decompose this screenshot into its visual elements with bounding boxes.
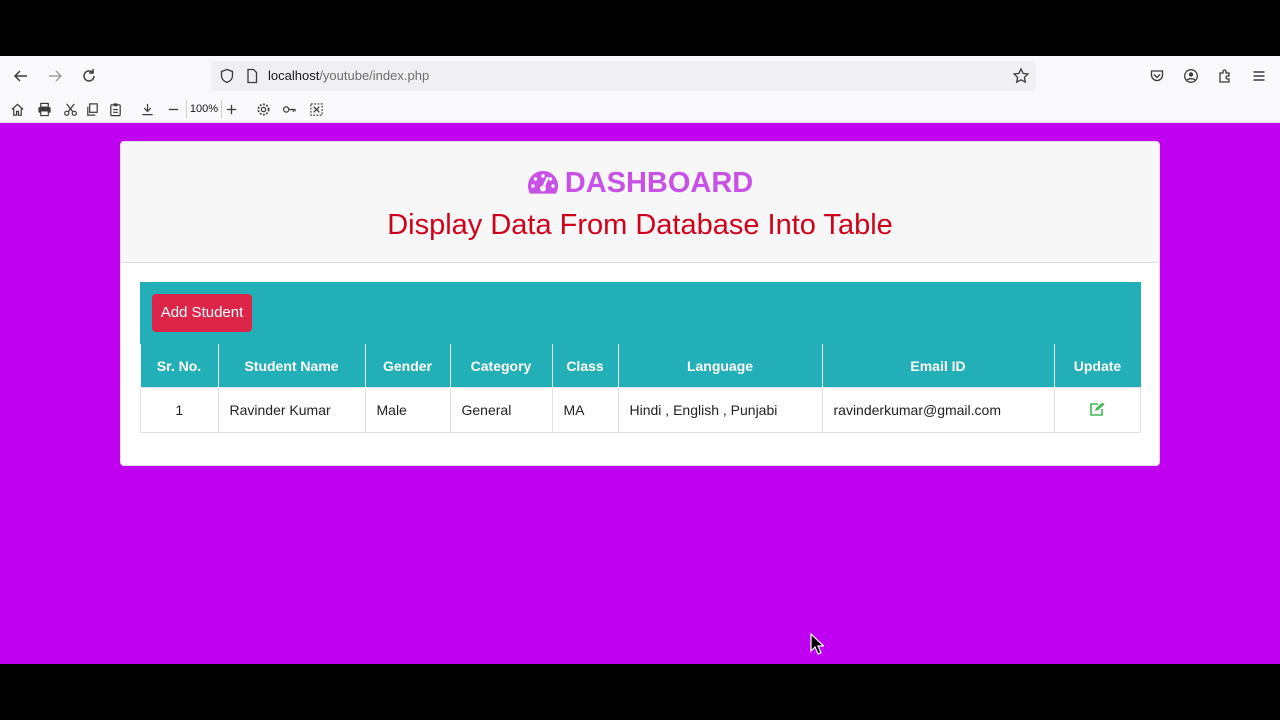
paste-icon[interactable] [106,100,124,118]
customize-toolbar: 100% [0,96,1280,123]
cell-class: MA [551,387,619,433]
page-title: DASHBOARD [121,166,1159,200]
header-gender: Gender [364,344,450,388]
save-page-icon[interactable] [138,100,156,118]
zoom-out-icon[interactable] [164,100,182,118]
zoom-in-icon[interactable] [222,100,240,118]
add-student-button[interactable]: Add Student [152,294,252,332]
header-language: Language [617,344,822,388]
pocket-icon[interactable] [1143,62,1171,90]
settings-gear-icon[interactable] [254,100,272,118]
dashboard-card: DASHBOARD Display Data From Database Int… [120,141,1160,466]
cell-category: General [449,387,553,433]
cut-icon[interactable] [61,100,79,118]
page-subtitle: Display Data From Database Into Table [387,209,893,241]
reload-icon[interactable] [75,62,103,90]
card-header: DASHBOARD Display Data From Database Int… [121,142,1159,263]
print-icon[interactable] [35,100,53,118]
cell-update [1053,387,1141,433]
header-update: Update [1053,344,1141,388]
header-email-id: Email ID [821,344,1054,388]
table-header-row: Sr. No. Student Name Gender Category Cla… [140,344,1141,388]
home-icon[interactable] [8,100,26,118]
screenshot-icon[interactable] [307,100,325,118]
students-table: Sr. No. Student Name Gender Category Cla… [140,344,1141,433]
shield-icon[interactable] [219,68,235,84]
tachometer-icon [527,171,558,194]
url-path: /youtube/index.php [319,68,430,83]
zoom-level[interactable]: 100% [186,100,222,118]
page-icon[interactable] [244,68,260,84]
cell-student-name: Ravinder Kumar [217,387,366,433]
title-text: DASHBOARD [564,167,754,199]
navigation-bar: localhost/youtube/index.php [0,56,1280,96]
table-toolbar: Add Student [140,282,1141,344]
url-bar[interactable]: localhost/youtube/index.php [211,61,1036,91]
header-category: Category [449,344,552,388]
edit-icon[interactable] [1089,402,1105,416]
browser-window: localhost/youtube/index.php 100% DASHBOA… [0,56,1280,664]
copy-icon[interactable] [83,100,101,118]
header-class: Class [551,344,618,388]
account-icon[interactable] [1177,62,1205,90]
menu-icon[interactable] [1245,62,1273,90]
header-sr-no: Sr. No. [140,344,218,388]
cell-language: Hindi , English , Punjabi [617,387,823,433]
back-icon[interactable] [7,62,35,90]
table-row: 1 Ravinder Kumar Male General MA Hindi ,… [140,387,1141,433]
bookmark-star-icon[interactable] [1012,67,1030,85]
url-text[interactable]: localhost/youtube/index.php [268,68,429,84]
cell-sr-no: 1 [140,387,219,433]
mouse-cursor-icon [810,633,824,655]
url-host: localhost [268,68,320,83]
extensions-icon[interactable] [1211,62,1239,90]
forward-icon[interactable] [41,62,69,90]
cell-gender: Male [364,387,451,433]
header-student-name: Student Name [217,344,365,388]
cell-email: ravinderkumar@gmail.com [821,387,1055,433]
passwords-key-icon[interactable] [280,100,298,118]
